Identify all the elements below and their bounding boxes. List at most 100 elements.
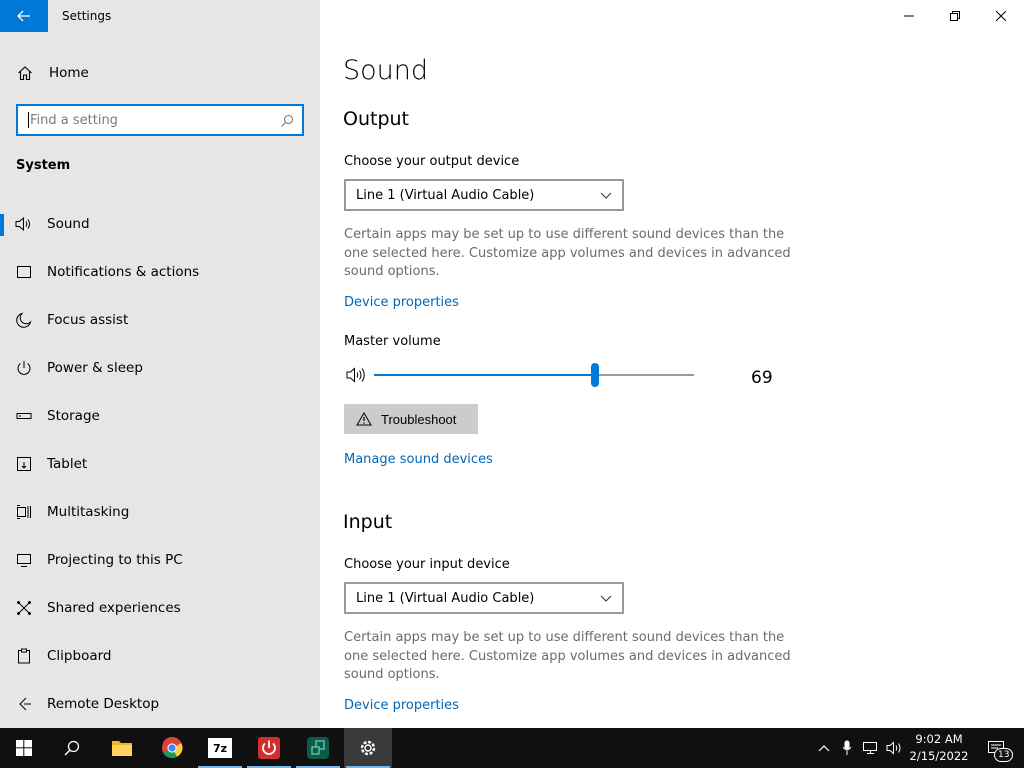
sidebar-item-label: Shared experiences [47, 600, 181, 616]
chrome-icon [162, 737, 183, 759]
sidebar-item-clipboard[interactable]: Clipboard [0, 632, 320, 680]
clock-time: 9:02 AM [915, 732, 963, 746]
input-device-properties-link[interactable]: Device properties [344, 698, 459, 713]
input-heading: Input [343, 511, 393, 533]
moon-icon [0, 312, 47, 328]
action-center-button[interactable]: 13 [978, 728, 1014, 768]
input-device-value: Line 1 (Virtual Audio Cable) [356, 590, 535, 606]
microphone-tray-button[interactable] [838, 728, 856, 768]
sidebar-item-storage[interactable]: Storage [0, 392, 320, 440]
sidebar-nav: Sound Notifications & actions Focus assi… [0, 200, 320, 728]
master-volume-fill [374, 374, 595, 376]
search-box[interactable] [16, 104, 304, 136]
sidebar-item-focus-assist[interactable]: Focus assist [0, 296, 320, 344]
file-explorer-icon [112, 741, 132, 756]
sidebar-item-label: Focus assist [47, 312, 129, 328]
multitasking-icon [0, 504, 47, 520]
sidebar-item-label: Sound [47, 216, 90, 232]
sidebar-item-multitasking[interactable]: Multitasking [0, 488, 320, 536]
search-icon[interactable] [280, 113, 294, 132]
window-controls [886, 0, 1024, 32]
taskbar-search-button[interactable] [48, 728, 96, 768]
microphone-icon [842, 740, 852, 755]
taskbar-clock[interactable]: 9:02 AM 2/15/2022 [904, 731, 974, 765]
settings-icon [360, 740, 376, 756]
taskbar-chrome[interactable] [148, 728, 196, 768]
sidebar-item-label: Remote Desktop [47, 696, 160, 712]
volume-icon [886, 741, 901, 755]
speaker-icon [0, 216, 47, 232]
manage-sound-devices-link[interactable]: Manage sound devices [344, 452, 493, 467]
input-description: Certain apps may be set up to use differ… [344, 630, 791, 682]
master-volume-value: 69 [751, 368, 773, 388]
sidebar-item-label: Projecting to this PC [47, 552, 183, 568]
sidebar-item-label: Notifications & actions [47, 264, 200, 280]
start-button[interactable] [0, 728, 48, 768]
close-button[interactable] [978, 0, 1024, 32]
master-volume-thumb[interactable] [590, 363, 599, 387]
show-hidden-icons-button[interactable] [814, 728, 834, 768]
output-device-value: Line 1 (Virtual Audio Cable) [356, 187, 535, 203]
input-device-label: Choose your input device [344, 557, 510, 572]
sidebar-item-shared-experiences[interactable]: Shared experiences [0, 584, 320, 632]
notification-icon [0, 264, 47, 280]
power-app-icon [258, 737, 280, 759]
sidebar-item-label: Power & sleep [47, 360, 143, 376]
network-icon [863, 742, 877, 754]
back-arrow-icon [17, 10, 30, 22]
volume-speaker-icon[interactable] [346, 366, 368, 388]
master-volume-row [344, 363, 784, 388]
storage-icon [0, 408, 47, 424]
output-device-properties-link[interactable]: Device properties [344, 295, 459, 310]
close-icon [996, 11, 1006, 21]
sidebar-item-projecting[interactable]: Projecting to this PC [0, 536, 320, 584]
minimize-icon [904, 15, 914, 17]
chevron-down-icon [600, 189, 612, 205]
troubleshoot-label: Troubleshoot [381, 411, 457, 427]
troubleshoot-button[interactable]: Troubleshoot [344, 404, 478, 434]
taskbar-7zip[interactable]: 7z [196, 728, 244, 768]
sidebar-item-notifications[interactable]: Notifications & actions [0, 248, 320, 296]
warning-icon [356, 412, 372, 426]
taskbar-remote-app[interactable] [294, 728, 342, 768]
window-title: Settings [62, 9, 112, 23]
sidebar-item-tablet[interactable]: Tablet [0, 440, 320, 488]
output-device-select[interactable]: Line 1 (Virtual Audio Cable) [344, 179, 624, 211]
sidebar-item-label: Storage [47, 408, 100, 424]
home-nav-item[interactable]: Home [0, 56, 320, 90]
remote-desktop-icon [0, 696, 47, 712]
main-content: Sound Output Choose your output device L… [320, 0, 1024, 728]
search-input[interactable] [29, 112, 269, 128]
sidebar-item-label: Tablet [47, 456, 88, 472]
taskbar: 7z 9:02 AM 2/15/2022 13 [0, 728, 1024, 768]
master-volume-label: Master volume [344, 334, 441, 349]
clock-date: 2/15/2022 [909, 749, 969, 763]
7zip-icon-label: 7z [212, 741, 228, 755]
back-button[interactable] [0, 0, 48, 32]
restore-button[interactable] [932, 0, 978, 32]
volume-tray-button[interactable] [884, 728, 906, 768]
home-icon [1, 65, 49, 81]
minimize-button[interactable] [886, 0, 932, 32]
shared-experiences-icon [0, 600, 47, 616]
sidebar-item-label: Multitasking [47, 504, 130, 520]
output-heading: Output [343, 108, 409, 130]
input-device-select[interactable]: Line 1 (Virtual Audio Cable) [344, 582, 624, 614]
network-tray-button[interactable] [860, 728, 882, 768]
taskbar-power-app[interactable] [245, 728, 293, 768]
sidebar-item-power-sleep[interactable]: Power & sleep [0, 344, 320, 392]
section-label-system: System [16, 158, 71, 173]
master-volume-slider[interactable] [374, 363, 694, 387]
tablet-icon [0, 456, 47, 472]
restore-icon [950, 11, 960, 21]
sidebar-item-label: Clipboard [47, 648, 112, 664]
taskbar-settings[interactable] [344, 728, 392, 768]
remote-app-icon [307, 737, 329, 759]
notification-count-badge: 13 [994, 748, 1014, 762]
sidebar-item-sound[interactable]: Sound [0, 200, 320, 248]
taskbar-file-explorer[interactable] [98, 728, 146, 768]
output-device-label: Choose your output device [344, 154, 520, 169]
page-title: Sound [343, 55, 429, 86]
sidebar-item-remote-desktop[interactable]: Remote Desktop [0, 680, 320, 728]
projecting-icon [0, 552, 47, 568]
